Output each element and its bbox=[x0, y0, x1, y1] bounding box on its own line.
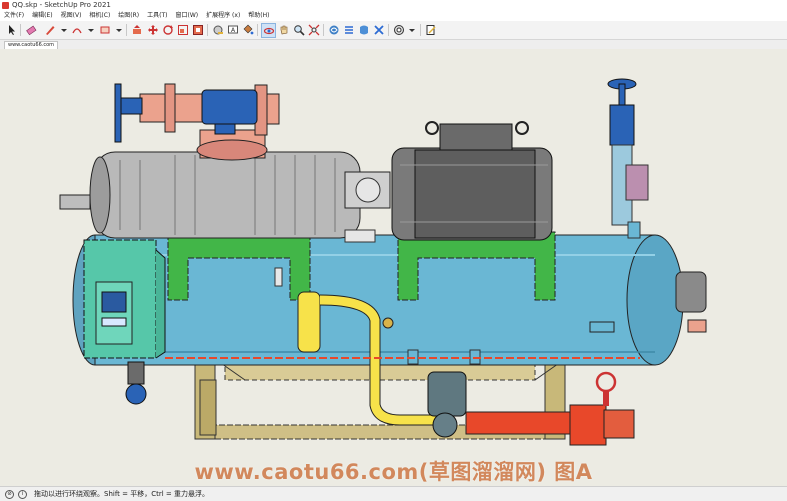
title-bar: QQ.skp - SketchUp Pro 2021 bbox=[0, 0, 787, 11]
menu-view[interactable]: 视图(V) bbox=[57, 11, 86, 21]
menu-extensions[interactable]: 扩展程序 (x) bbox=[202, 11, 244, 21]
sketchup-app-icon bbox=[2, 2, 9, 9]
rotate-icon[interactable] bbox=[161, 23, 174, 36]
extension-warehouse-icon[interactable] bbox=[342, 23, 355, 36]
dropdown-arrow-icon[interactable] bbox=[84, 23, 97, 36]
menu-edit[interactable]: 编辑(E) bbox=[28, 11, 56, 21]
move-icon[interactable] bbox=[146, 23, 159, 36]
edit-document-icon[interactable] bbox=[424, 23, 437, 36]
menu-draw[interactable]: 绘图(R) bbox=[114, 11, 143, 21]
push-pull-icon[interactable] bbox=[130, 23, 143, 36]
info-icon[interactable]: i bbox=[18, 490, 27, 499]
watermark-text: www.caotu66.com(草图溜溜网) 图A bbox=[194, 460, 593, 484]
motor bbox=[391, 121, 553, 241]
dropdown-arrow-icon[interactable] bbox=[112, 23, 125, 36]
menu-camera[interactable]: 相机(C) bbox=[85, 11, 114, 21]
dropdown-arrow-icon[interactable] bbox=[57, 23, 70, 36]
geo-location-icon[interactable]: ⊘ bbox=[5, 490, 14, 499]
send-to-layout-icon[interactable] bbox=[357, 23, 370, 36]
zoom-icon[interactable] bbox=[292, 23, 305, 36]
dropdown-arrow-icon[interactable] bbox=[405, 23, 418, 36]
orbit-icon[interactable] bbox=[261, 23, 276, 38]
menu-window[interactable]: 窗口(W) bbox=[172, 11, 203, 21]
pencil-line-icon[interactable] bbox=[43, 23, 56, 36]
main-toolbar: A bbox=[0, 21, 787, 40]
menu-file[interactable]: 文件(F) bbox=[0, 11, 28, 21]
modeling-viewport[interactable]: www.caotu66.com(草图溜溜网) 图A bbox=[0, 49, 787, 486]
menu-tools[interactable]: 工具(T) bbox=[143, 11, 171, 21]
eraser-icon[interactable] bbox=[24, 23, 37, 36]
pan-hand-icon[interactable] bbox=[277, 23, 290, 36]
text-icon[interactable]: A bbox=[226, 23, 239, 36]
drain-valve bbox=[125, 361, 147, 405]
menu-bar: 文件(F) 编辑(E) 视图(V) 相机(C) 绘图(R) 工具(T) 窗口(W) 扩展程序 … bbox=[0, 11, 787, 21]
3d-warehouse-icon[interactable] bbox=[327, 23, 340, 36]
window-title: QQ.skp - SketchUp Pro 2021 bbox=[12, 1, 111, 9]
styles-icon[interactable] bbox=[392, 23, 405, 36]
extension-manager-icon[interactable] bbox=[372, 23, 385, 36]
scale-icon[interactable] bbox=[176, 23, 189, 36]
rectangle-icon[interactable] bbox=[98, 23, 111, 36]
paint-bucket-icon[interactable] bbox=[241, 23, 254, 36]
tape-measure-icon[interactable] bbox=[211, 23, 224, 36]
zoom-extents-icon[interactable] bbox=[307, 23, 320, 36]
menu-help[interactable]: 帮助(H) bbox=[244, 11, 273, 21]
chiller-model bbox=[59, 78, 707, 446]
select-arrow-icon[interactable] bbox=[5, 23, 18, 36]
status-bar: ⊘ i 拖动以进行环绕观察。Shift = 平移，Ctrl = 重力悬浮。 bbox=[0, 486, 787, 501]
scene-tabs: www.caotu66.com bbox=[0, 40, 787, 50]
offset-icon[interactable] bbox=[191, 23, 204, 36]
control-panel bbox=[83, 239, 166, 359]
arc-icon[interactable] bbox=[70, 23, 83, 36]
status-message: 拖动以进行环绕观察。Shift = 平移，Ctrl = 重力悬浮。 bbox=[34, 490, 209, 498]
screw-compressor bbox=[59, 129, 391, 243]
